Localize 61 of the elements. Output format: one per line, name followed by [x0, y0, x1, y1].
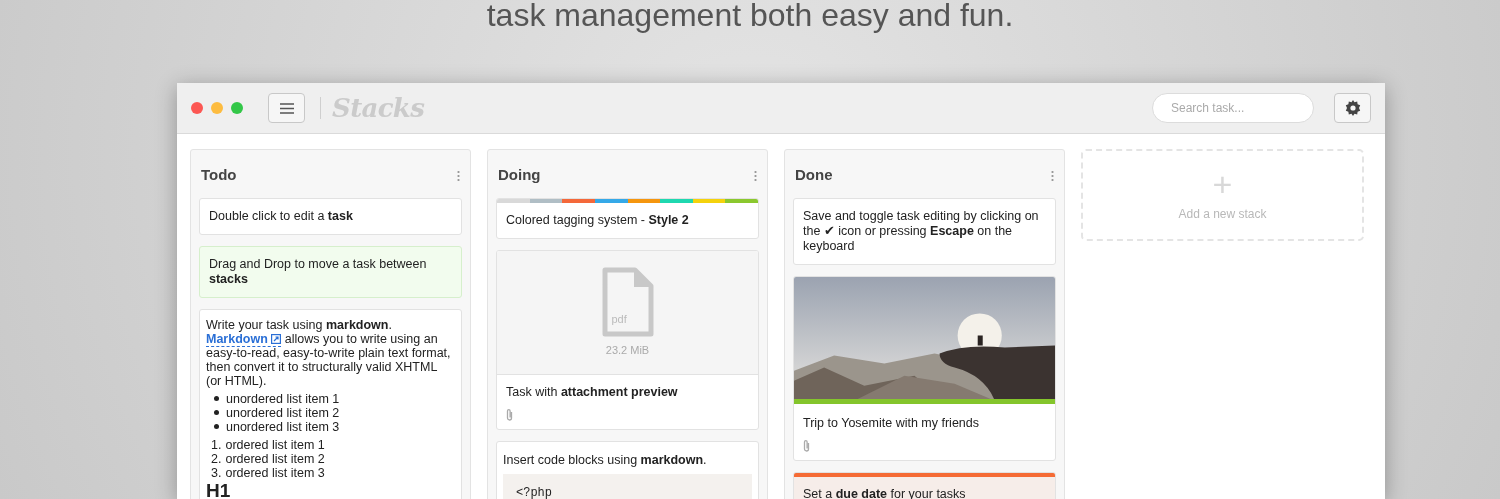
bullet-icon: [214, 396, 219, 401]
bullet-icon: [214, 424, 219, 429]
task-text: Insert code blocks using markdown.: [503, 452, 708, 468]
task-text: Double click to edit a task: [209, 208, 354, 224]
list-number: 1.: [211, 437, 222, 452]
task-text: Colored tagging system - Style 2: [506, 212, 690, 228]
task-card[interactable]: Trip to Yosemite with my friends: [793, 275, 1056, 461]
list-item-text: ordered list item 2: [225, 451, 325, 466]
list-number: 2.: [211, 451, 222, 466]
settings-icon: [1344, 100, 1361, 116]
tag-strip[interactable]: [627, 198, 661, 203]
file-size: 23.2 MiB: [605, 342, 650, 358]
more-options-icon[interactable]: [457, 169, 460, 181]
task-card[interactable]: Double click to edit a task: [199, 197, 462, 235]
tag-strip[interactable]: [562, 198, 595, 203]
close-window-icon[interactable]: [191, 102, 203, 114]
markdown-heading: H1: [206, 480, 232, 499]
stack-title: Doing: [498, 165, 541, 185]
more-options-icon[interactable]: [1051, 169, 1054, 181]
task-card[interactable]: [199, 308, 462, 499]
file-icon: [601, 266, 654, 337]
stack-title: Todo: [201, 165, 237, 185]
task-card[interactable]: Save and toggle task editing by clicking on the ✔ icon or pressing Escape on the keyboard: [793, 197, 1056, 265]
list-number: 3.: [211, 465, 222, 480]
task-card[interactable]: pdf 23.2 MiB Task with attachment preview: [496, 249, 759, 430]
list-item-text: ordered list item 1: [225, 437, 325, 452]
task-text: Trip to Yosemite with my friends: [803, 415, 980, 431]
more-options-icon[interactable]: [754, 169, 757, 181]
menu-icon: [279, 102, 294, 114]
task-text: Drag and Drop to move a task between stacks: [209, 256, 428, 287]
tag-strip[interactable]: [529, 198, 563, 203]
maximize-window-icon[interactable]: [231, 102, 243, 114]
task-text: Save and toggle task editing by clicking on the ✔ icon or pressing Escape on the keyboard: [803, 208, 1040, 254]
minimize-window-icon[interactable]: [211, 102, 223, 114]
stack-title: Done: [795, 165, 833, 185]
headline: task management both easy and fun.: [486, 0, 1014, 35]
task-card[interactable]: Drag and Drop to move a task between stacks: [199, 245, 462, 298]
list-item-text: unordered list item 1: [226, 391, 340, 406]
external-link-icon: [271, 334, 282, 345]
tag-strip[interactable]: [660, 198, 693, 203]
tag-strip[interactable]: [725, 198, 758, 203]
tag-strip[interactable]: [692, 198, 726, 203]
tag-strip[interactable]: [594, 198, 628, 203]
menu-button[interactable]: [268, 93, 305, 123]
plus-icon: +: [1212, 167, 1233, 201]
list-item-text: ordered list item 3: [225, 465, 325, 480]
add-stack-label: Add a new stack: [1178, 206, 1267, 223]
task-card[interactable]: Insert code blocks using markdown. <?php: [496, 440, 759, 499]
markdown-link[interactable]: Markdown: [206, 331, 282, 347]
task-text: Write your task using markdown. Markdown allows you to write using an easy-to-read, easy-to-write plain text format, then convert it to structurally valid XHTML (or HTML).: [206, 317, 452, 388]
task-text: Task with attachment preview: [506, 384, 679, 400]
paperclip-icon: [803, 438, 810, 452]
paperclip-icon: [506, 407, 513, 421]
bullet-icon: [214, 410, 219, 415]
list-item-text: unordered list item 2: [226, 405, 340, 420]
list-item-text: unordered list item 3: [226, 419, 340, 434]
file-type-label: pdf: [611, 311, 627, 327]
search-field[interactable]: Search task...: [1152, 93, 1314, 123]
settings-button[interactable]: [1334, 93, 1371, 123]
task-card[interactable]: Colored tagging system - Style 2: [496, 197, 759, 239]
code-block: <?php: [503, 473, 752, 499]
